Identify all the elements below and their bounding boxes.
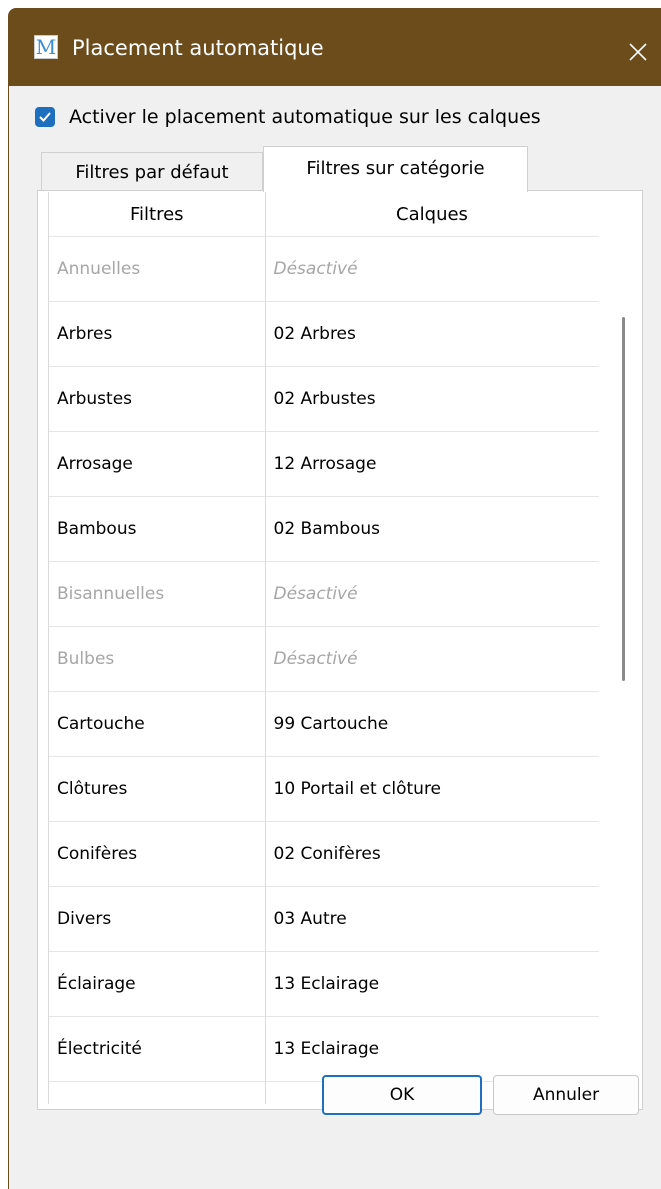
layer-cell[interactable]: 03 Autre	[265, 886, 599, 952]
filters-grid: Filtres Calques Annuelles Désactivé Arbres…	[48, 192, 599, 1104]
table-row[interactable]: Divers 03 Autre	[49, 886, 599, 952]
tab-default-filters[interactable]: Filtres par défaut	[41, 152, 263, 190]
layer-cell[interactable]: Désactivé	[265, 626, 599, 692]
close-icon	[629, 43, 647, 61]
filter-cell[interactable]: Divers	[49, 886, 266, 952]
app-m-icon: M	[34, 35, 58, 59]
filter-cell[interactable]: Électricité	[49, 1016, 266, 1082]
filter-cell[interactable]: Cartouche	[49, 691, 266, 757]
layer-cell[interactable]: 02 Arbres	[265, 301, 599, 367]
layer-cell[interactable]: Désactivé	[265, 561, 599, 627]
layer-cell[interactable]: 12 Arrosage	[265, 431, 599, 497]
filter-cell[interactable]: Bisannuelles	[49, 561, 266, 627]
checkmark-icon	[39, 112, 51, 122]
filter-cell[interactable]: Bambous	[49, 496, 266, 562]
dialog-window: M Placement automatique Activer le place…	[0, 0, 661, 1189]
layer-cell[interactable]: 10 Portail et clôture	[265, 756, 599, 822]
table-row[interactable]: Arbres 02 Arbres	[49, 301, 599, 367]
auto-placement-checkbox[interactable]	[35, 107, 55, 127]
layer-cell[interactable]: 13 Eclairage	[265, 1016, 599, 1082]
table-row[interactable]: Bisannuelles Désactivé	[49, 561, 599, 627]
column-header-filtres[interactable]: Filtres	[49, 192, 266, 237]
table-row[interactable]: Cartouche 99 Cartouche	[49, 691, 599, 757]
table-header-row: Filtres Calques	[49, 192, 599, 237]
filter-cell[interactable]: Clôtures	[49, 756, 266, 822]
filter-cell[interactable]: Fermeture	[49, 1081, 266, 1104]
vertical-scrollbar[interactable]	[608, 191, 642, 1109]
cancel-button[interactable]: Annuler	[493, 1075, 639, 1115]
filter-cell[interactable]: Conifères	[49, 821, 266, 887]
table-row[interactable]: Arrosage 12 Arrosage	[49, 431, 599, 497]
auto-placement-toggle[interactable]: Activer le placement automatique sur les…	[35, 105, 541, 129]
table-row[interactable]: Bambous 02 Bambous	[49, 496, 599, 562]
table-row[interactable]: Bulbes Désactivé	[49, 626, 599, 692]
layer-cell[interactable]: 99 Cartouche	[265, 691, 599, 757]
window-title: Placement automatique	[72, 36, 324, 60]
filter-cell[interactable]: Éclairage	[49, 951, 266, 1017]
close-button[interactable]	[614, 24, 661, 80]
column-header-calques[interactable]: Calques	[265, 192, 599, 237]
layer-cell[interactable]: 13 Eclairage	[265, 951, 599, 1017]
filter-cell[interactable]: Arrosage	[49, 431, 266, 497]
table-row[interactable]: Conifères 02 Conifères	[49, 821, 599, 887]
auto-placement-label: Activer le placement automatique sur les…	[69, 106, 541, 128]
table-row[interactable]: Annuelles Désactivé	[49, 236, 599, 302]
layer-cell[interactable]: Désactivé	[265, 236, 599, 302]
filter-cell[interactable]: Annuelles	[49, 236, 266, 302]
table-row[interactable]: Clôtures 10 Portail et clôture	[49, 756, 599, 822]
ok-button[interactable]: OK	[322, 1075, 482, 1115]
filters-table: Filtres Calques Annuelles Désactivé Arbres…	[49, 192, 599, 1104]
scrollbar-thumb[interactable]	[622, 317, 625, 681]
filter-cell[interactable]: Arbres	[49, 301, 266, 367]
filter-cell[interactable]: Bulbes	[49, 626, 266, 692]
category-filters-panel: Filtres Calques Annuelles Désactivé Arbres…	[37, 190, 643, 1110]
tab-category-filters[interactable]: Filtres sur catégorie	[263, 146, 528, 192]
dialog-body: Activer le placement automatique sur les…	[8, 86, 661, 1189]
table-row[interactable]: Électricité 13 Eclairage	[49, 1016, 599, 1082]
table-row[interactable]: Arbustes 02 Arbustes	[49, 366, 599, 432]
layer-cell[interactable]: 02 Conifères	[265, 821, 599, 887]
filter-cell[interactable]: Arbustes	[49, 366, 266, 432]
table-row[interactable]: Éclairage 13 Eclairage	[49, 951, 599, 1017]
layer-cell[interactable]: 02 Arbustes	[265, 366, 599, 432]
title-bar[interactable]: M Placement automatique	[8, 8, 661, 86]
layer-cell[interactable]: 02 Bambous	[265, 496, 599, 562]
